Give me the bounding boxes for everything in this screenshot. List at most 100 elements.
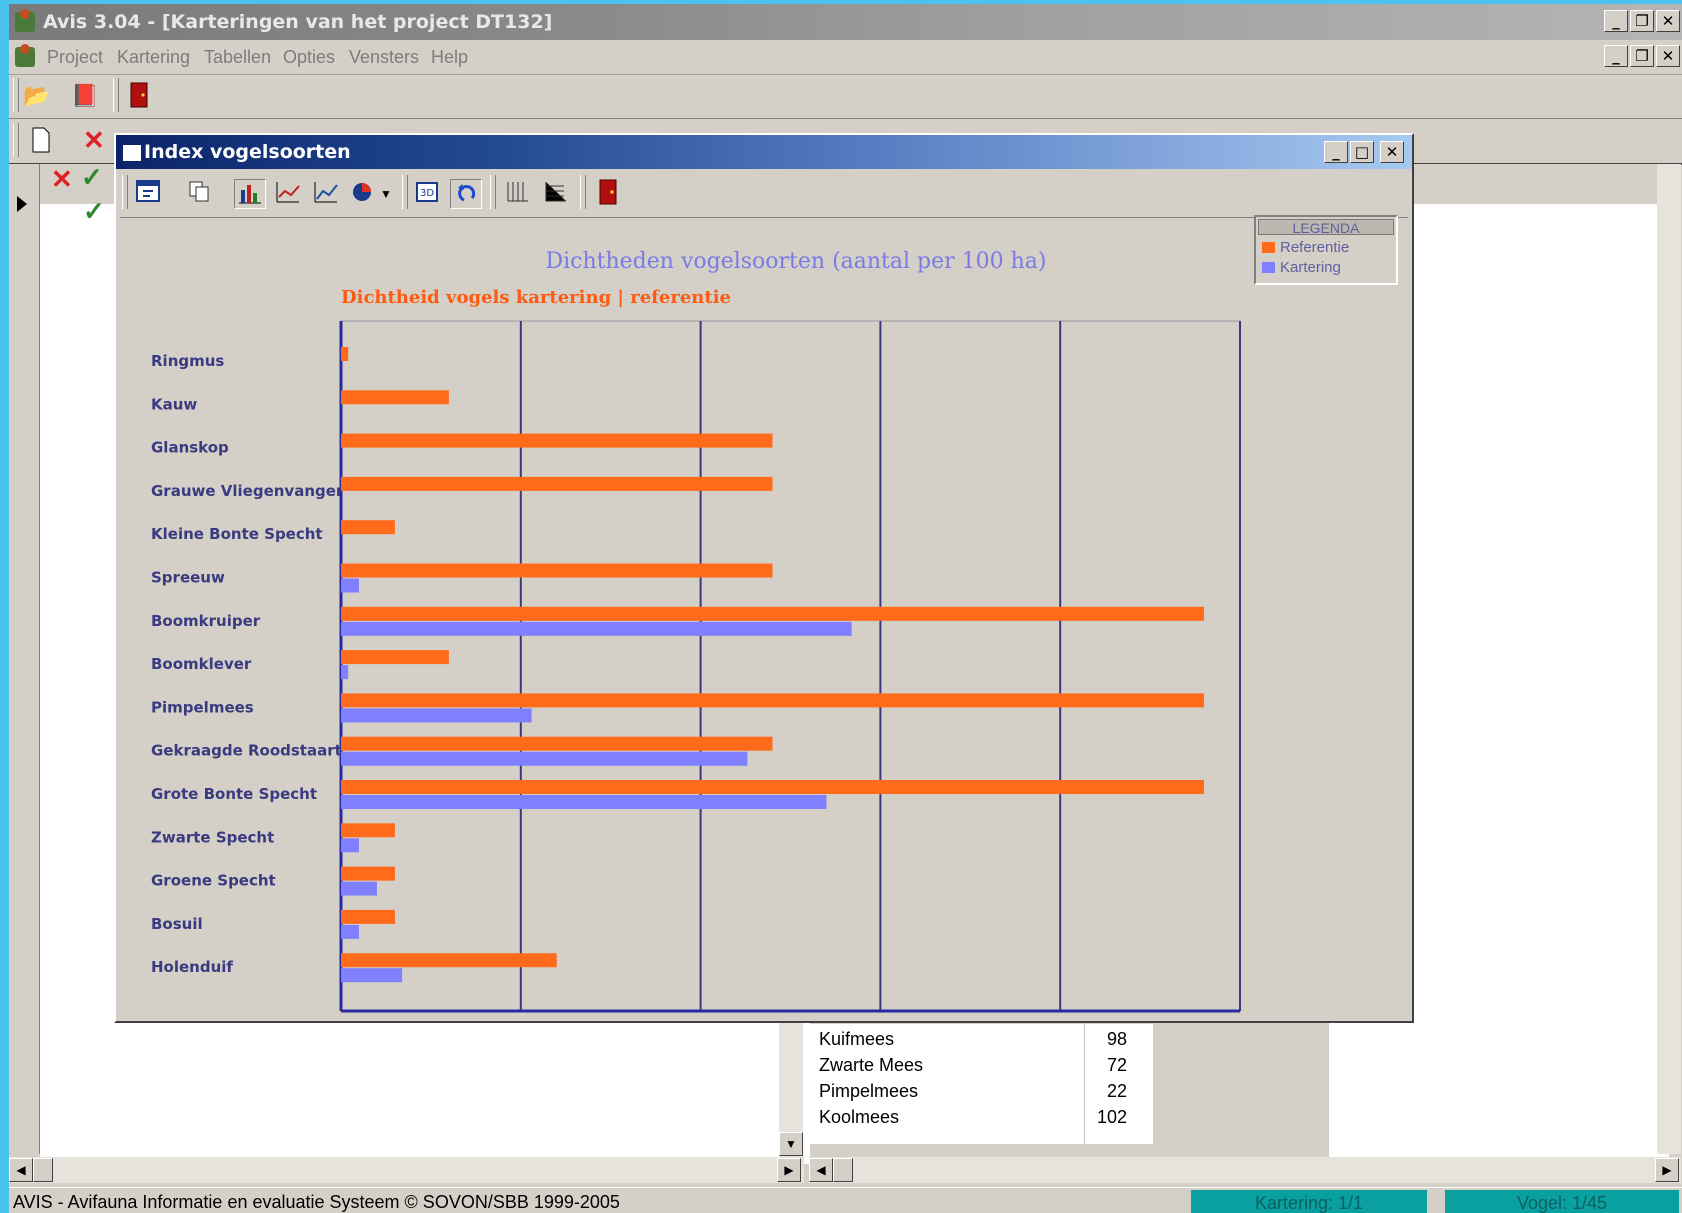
mdi-minimize-icon[interactable]: _ xyxy=(1604,45,1628,67)
menu-bird-icon xyxy=(15,44,35,67)
bar-referentie xyxy=(341,866,395,881)
bar-kartering xyxy=(341,621,852,636)
svg-text:3D: 3D xyxy=(420,188,434,199)
cancel-edit-icon[interactable]: ✕ xyxy=(51,164,73,195)
delete-icon[interactable]: ✕ xyxy=(83,125,105,156)
bar-referentie xyxy=(341,476,773,491)
list-item[interactable]: Pimpelmees 22 xyxy=(815,1078,1145,1104)
legend-item-referentie: Referentie xyxy=(1262,239,1349,256)
copy-icon[interactable] xyxy=(184,179,216,209)
restore-icon[interactable]: ❐ xyxy=(1630,10,1654,32)
right-horizontal-scrollbar[interactable]: ◀ ▶ xyxy=(809,1157,1681,1183)
category-label: Zwarte Specht xyxy=(151,828,274,846)
chart-legend: LEGENDA Referentie Kartering xyxy=(1254,215,1398,285)
bar-referentie xyxy=(341,953,557,968)
bar-chart-icon[interactable] xyxy=(234,179,266,209)
category-label: Bosuil xyxy=(151,915,203,933)
species-count: 102 xyxy=(1096,1107,1127,1127)
vertical-gridlines-icon[interactable] xyxy=(502,179,534,209)
chart-properties-icon[interactable] xyxy=(134,179,166,209)
3d-toggle-icon[interactable]: 3D xyxy=(412,179,444,209)
status-bar: AVIS - Avifauna Informatie en evaluatie … xyxy=(9,1187,1682,1213)
confirm-edit-icon[interactable]: ✓ xyxy=(81,162,103,193)
rotate-icon[interactable] xyxy=(450,179,482,209)
app-bird-icon xyxy=(15,9,35,32)
toolbar-grip xyxy=(490,175,496,209)
minimize-icon[interactable]: _ xyxy=(1604,10,1628,32)
scroll-thumb[interactable] xyxy=(833,1158,853,1182)
scroll-right-icon[interactable]: ▶ xyxy=(777,1158,801,1182)
bar-referentie xyxy=(341,693,1205,708)
menu-vensters[interactable]: Vensters xyxy=(349,47,419,68)
species-count: 22 xyxy=(1106,1081,1127,1101)
bar-referentie xyxy=(341,390,449,405)
list-item[interactable]: Zwarte Mees 72 xyxy=(815,1052,1145,1078)
grid-vertical-scrollbar[interactable]: ▼ xyxy=(779,1014,803,1164)
line-chart-icon[interactable] xyxy=(272,179,304,209)
main-toolbar: 📂 📕 xyxy=(9,74,1682,119)
child-window-controls: _ □ ✕ xyxy=(1324,141,1404,163)
category-label: Holenduif xyxy=(151,958,233,976)
pie-chart-icon[interactable] xyxy=(348,179,380,209)
new-document-icon[interactable] xyxy=(27,127,55,155)
legend-label: Referentie xyxy=(1280,239,1350,256)
menu-help[interactable]: Help xyxy=(431,47,468,68)
menu-opties[interactable]: Opties xyxy=(283,47,335,68)
toolbar-grip xyxy=(13,78,19,112)
species-count-list: Kuifmees 98 Zwarte Mees 72 Pimpelmees 22… xyxy=(809,1024,1153,1144)
toolbar-grip xyxy=(580,175,586,209)
mdi-restore-icon[interactable]: ❐ xyxy=(1630,45,1654,67)
exit-door-icon[interactable] xyxy=(125,82,153,110)
bar-referentie xyxy=(341,563,773,578)
record-selector-panel xyxy=(9,164,40,1154)
app-title-bar: Avis 3.04 - [Karteringen van het project… xyxy=(9,4,1682,40)
species-count: 98 xyxy=(1106,1029,1127,1049)
index-vogelsoorten-window: Index vogelsoorten _ □ ✕ ▼ 3D Dichtheden… xyxy=(114,133,1414,1023)
density-bar-chart: Dichtheden vogelsoorten (aantal per 100 … xyxy=(151,249,1241,1013)
list-column-divider xyxy=(1084,1024,1085,1144)
child-close-icon[interactable]: ✕ xyxy=(1380,141,1404,163)
child-title-bar: Index vogelsoorten _ □ ✕ xyxy=(116,135,1412,169)
mdi-close-icon[interactable]: ✕ xyxy=(1656,45,1680,67)
close-icon[interactable]: ✕ xyxy=(1656,10,1680,32)
book-icon[interactable]: 📕 xyxy=(71,82,99,110)
chart-type-dropdown-icon[interactable]: ▼ xyxy=(378,179,394,209)
bar-kartering xyxy=(341,665,349,680)
child-maximize-icon[interactable]: □ xyxy=(1350,141,1374,163)
scroll-left-icon[interactable]: ◀ xyxy=(809,1158,833,1182)
scroll-right-icon[interactable]: ▶ xyxy=(1655,1158,1679,1182)
chart-toolbar: ▼ 3D xyxy=(120,171,1408,218)
bar-kartering xyxy=(341,578,359,593)
scroll-left-icon[interactable]: ◀ xyxy=(9,1158,33,1182)
left-horizontal-scrollbar[interactable]: ◀ ▶ xyxy=(9,1157,804,1183)
horizontal-gridlines-icon[interactable] xyxy=(540,179,572,209)
close-chart-door-icon[interactable] xyxy=(592,179,624,209)
bar-kartering xyxy=(341,838,359,853)
bar-referentie xyxy=(341,520,395,535)
bar-referentie xyxy=(341,909,395,924)
bar-referentie xyxy=(341,736,773,751)
right-vertical-scrollbar[interactable] xyxy=(1657,164,1681,1154)
current-record-arrow-icon xyxy=(17,196,27,212)
legend-item-kartering: Kartering xyxy=(1262,259,1341,276)
open-folder-icon[interactable]: 📂 xyxy=(23,82,51,110)
category-label: Kleine Bonte Specht xyxy=(151,525,323,543)
list-item[interactable]: Kuifmees 98 xyxy=(815,1026,1145,1052)
list-item[interactable]: Koolmees 102 xyxy=(815,1104,1145,1130)
child-minimize-icon[interactable]: _ xyxy=(1324,141,1348,163)
record-ok-icon: ✓ xyxy=(83,196,105,226)
category-label: Kauw xyxy=(151,395,197,413)
menu-tabellen[interactable]: Tabellen xyxy=(204,47,271,68)
bar-referentie xyxy=(341,347,349,361)
menu-project[interactable]: Project xyxy=(47,47,103,68)
species-name: Zwarte Mees xyxy=(819,1055,924,1075)
bar-kartering xyxy=(341,924,359,939)
category-label: Grauwe Vliegenvanger xyxy=(151,482,344,500)
bar-referentie xyxy=(341,780,1205,794)
menu-kartering[interactable]: Kartering xyxy=(117,47,190,68)
species-name: Koolmees xyxy=(819,1107,900,1127)
scroll-down-icon[interactable]: ▼ xyxy=(779,1132,803,1156)
category-label: Grote Bonte Specht xyxy=(151,785,317,803)
scroll-thumb[interactable] xyxy=(33,1158,53,1182)
area-chart-icon[interactable] xyxy=(310,179,342,209)
